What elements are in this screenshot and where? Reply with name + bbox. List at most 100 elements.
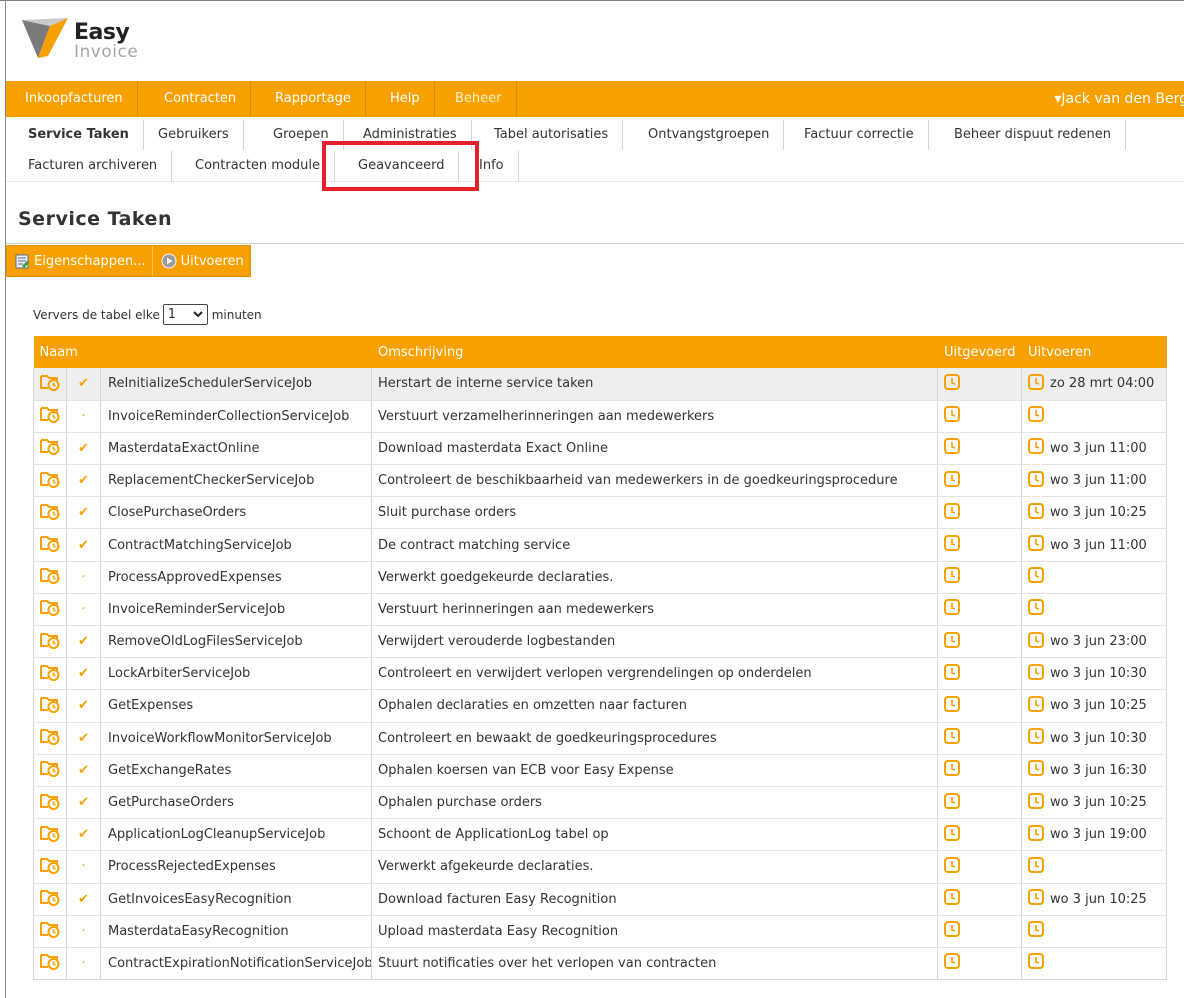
tab-contracten-module[interactable]: Contracten module [181,151,336,181]
tab-gebruikers[interactable]: Gebruikers [144,120,244,150]
table-row[interactable]: · ContractExpirationNotificationServiceJo… [33,947,1168,981]
history-clock-icon[interactable] [944,502,961,523]
history-clock-icon[interactable] [944,792,961,813]
history-clock-icon[interactable] [944,856,961,877]
table-row[interactable]: · MasterdataEasyRecognition Upload masterd… [33,915,1168,948]
table-row[interactable]: · ProcessRejectedExpenses Verwerkt afgekeu… [33,850,1168,884]
tab-groepen[interactable]: Groepen [259,120,344,150]
run-clock-icon[interactable] [1028,824,1045,845]
table-row[interactable]: ✔ LockArbiterServiceJob Controleert en ver… [33,657,1168,691]
history-clock-icon[interactable] [944,921,961,941]
tab-factuur-correctie[interactable]: Factuur correctie [790,120,929,150]
table-row[interactable]: · ProcessApprovedExpenses Verwerkt goedgek… [33,561,1168,594]
logo-text-invoice: Invoice [74,42,139,62]
tab-ontvangstgroepen[interactable]: Ontvangstgroepen [634,120,785,150]
run-clock-icon[interactable] [1028,921,1045,941]
run-clock-icon[interactable] [1028,535,1045,555]
run-clock-icon[interactable] [1028,728,1045,748]
column-header-run[interactable]: Uitvoeren [1021,336,1168,368]
nav-item-rapportage[interactable]: Rapportage [256,81,366,117]
history-clock-icon[interactable] [944,953,961,973]
history-clock-icon[interactable] [944,631,961,652]
run-clock-icon[interactable] [1028,438,1045,458]
table-row[interactable]: ✔ ClosePurchaseOrders Sluit purchase order… [33,496,1168,530]
run-cell: wo 3 jun 19:00 [1021,818,1168,852]
job-icon-cell [33,786,67,820]
column-header-executed[interactable]: Uitgevoerd [937,336,1023,368]
table-row[interactable]: ✔ RemoveOldLogFilesServiceJob Verwijdert v… [33,625,1168,659]
run-clock-icon[interactable] [1028,792,1045,813]
column-header-name[interactable]: Naam [33,336,373,368]
scheduled-folder-icon [40,856,60,878]
table-row[interactable]: · InvoiceReminderServiceJob Verstuurt heri… [33,593,1168,627]
run-clock-icon[interactable] [1028,663,1045,684]
table-row[interactable]: ✔ InvoiceWorkflowMonitorServiceJob Control… [33,722,1168,755]
run-clock-icon[interactable] [1028,695,1045,716]
run-clock-icon[interactable] [1028,599,1045,619]
job-name: ContractMatchingServiceJob [100,528,373,562]
run-clock-icon[interactable] [1028,889,1045,909]
column-header-description[interactable]: Omschrijving [371,336,939,368]
tab-geavanceerd[interactable]: Geavanceerd [344,151,460,181]
run-clock-icon[interactable] [1028,406,1045,426]
job-name: InvoiceWorkflowMonitorServiceJob [100,722,373,755]
table-row[interactable]: ✔ ReplacementCheckerServiceJob Controleert… [33,464,1168,498]
history-clock-icon[interactable] [944,760,961,780]
scheduled-folder-icon [40,566,60,588]
scheduled-folder-icon [40,405,60,427]
nav-item-help[interactable]: Help [371,81,435,117]
table-row[interactable]: ✔ GetPurchaseOrders Ophalen purchase order… [33,786,1168,820]
history-clock-icon[interactable] [944,438,961,458]
history-clock-icon[interactable] [944,599,961,619]
run-clock-icon[interactable] [1028,502,1045,523]
table-row[interactable]: ✔ ApplicationLogCleanupServiceJob Schoont … [33,818,1168,852]
tab-administraties[interactable]: Administraties [349,120,472,150]
history-clock-icon[interactable] [944,406,961,426]
user-menu[interactable]: ▾Jack van den Berg [1054,81,1184,117]
nav-item-contracten[interactable]: Contracten [145,81,252,117]
run-clock-icon[interactable] [1028,953,1045,973]
history-clock-icon[interactable] [944,695,961,716]
history-clock-icon[interactable] [944,889,961,909]
executed-cell [937,432,1023,466]
table-row[interactable]: ✔ MasterdataExactOnline Download masterdat… [33,432,1168,466]
run-clock-icon[interactable] [1028,856,1045,877]
history-clock-icon[interactable] [944,567,961,587]
refresh-interval-select[interactable]: 1 [162,304,208,325]
enabled-check-icon: ✔ [66,432,101,466]
history-clock-icon[interactable] [944,470,961,491]
run-clock-icon[interactable] [1028,631,1045,652]
tab-beheer-dispuut-redenen[interactable]: Beheer dispuut redenen [940,120,1127,150]
app-logo[interactable]: Easy Invoice [20,14,220,72]
history-clock-icon[interactable] [944,728,961,748]
table-row[interactable]: ✔ ReInitializeSchedulerServiceJob Herstart… [33,368,1168,401]
tab-info[interactable]: Info [465,151,519,181]
history-clock-icon[interactable] [944,824,961,845]
run-button[interactable]: Uitvoeren [151,246,250,276]
disabled-dot-icon: · [66,850,101,884]
tab-facturen-archiveren[interactable]: Facturen archiveren [14,151,173,181]
enabled-check-icon: ✔ [66,689,101,723]
tab-tabel-autorisaties[interactable]: Tabel autorisaties [480,120,624,150]
nav-item-beheer[interactable]: Beheer [436,81,517,117]
run-clock-icon[interactable] [1028,470,1045,491]
tab-service-taken[interactable]: Service Taken [14,120,144,150]
table-row[interactable]: ✔ GetExpenses Ophalen declaraties en omzet… [33,689,1168,723]
run-clock-icon[interactable] [1028,567,1045,587]
job-description: Verstuurt verzamelherinneringen aan mede… [371,400,939,433]
table-row[interactable]: ✔ GetExchangeRates Ophalen koersen van ECB… [33,754,1168,787]
nav-item-inkoopfacturen[interactable]: Inkoopfacturen [6,81,138,117]
history-clock-icon[interactable] [944,535,961,555]
history-clock-icon[interactable] [944,373,961,394]
next-run-date: wo 3 jun 19:00 [1050,827,1147,843]
enabled-check-icon: ✔ [66,786,101,820]
table-row[interactable]: · InvoiceReminderCollectionServiceJob Vers… [33,400,1168,433]
properties-button[interactable]: Eigenschappen... [7,246,152,276]
run-clock-icon[interactable] [1028,760,1045,780]
table-row[interactable]: ✔ GetInvoicesEasyRecognition Download fact… [33,883,1168,916]
table-row[interactable]: ✔ ContractMatchingServiceJob De contract m… [33,528,1168,562]
run-clock-icon[interactable] [1028,373,1045,394]
job-icon-cell [33,464,67,498]
history-clock-icon[interactable] [944,663,961,684]
enabled-check-icon: ✔ [66,464,101,498]
